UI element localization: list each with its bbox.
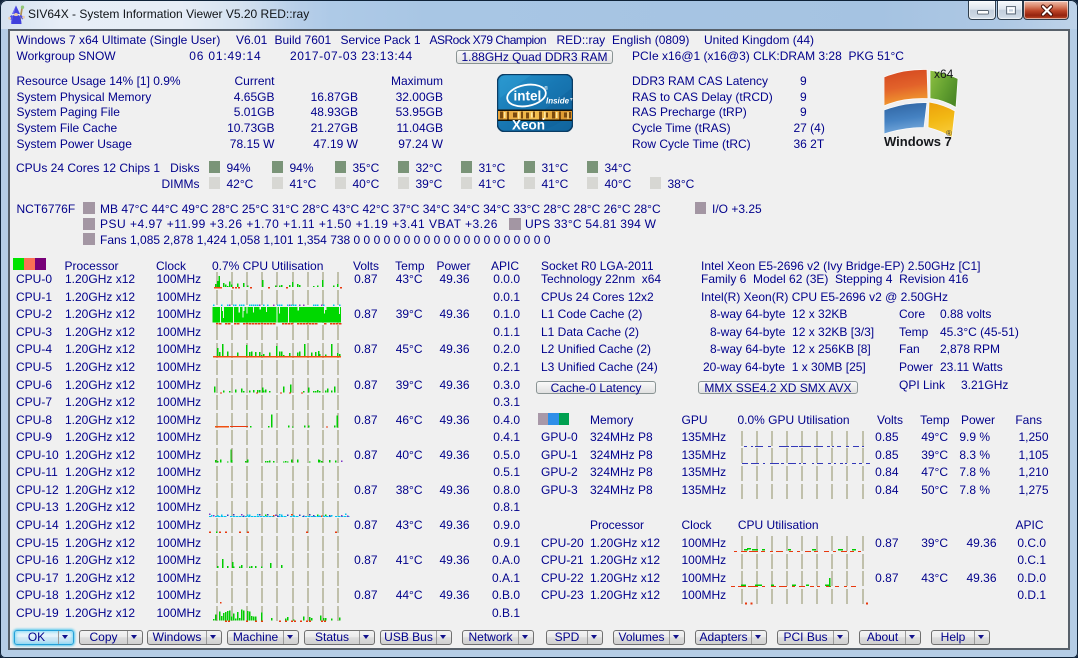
svg-text:Inside™: Inside™ xyxy=(546,97,573,106)
svg-text:®: ® xyxy=(544,85,548,92)
svg-text:intel: intel xyxy=(514,89,542,104)
svg-text:Xeon: Xeon xyxy=(512,118,545,133)
